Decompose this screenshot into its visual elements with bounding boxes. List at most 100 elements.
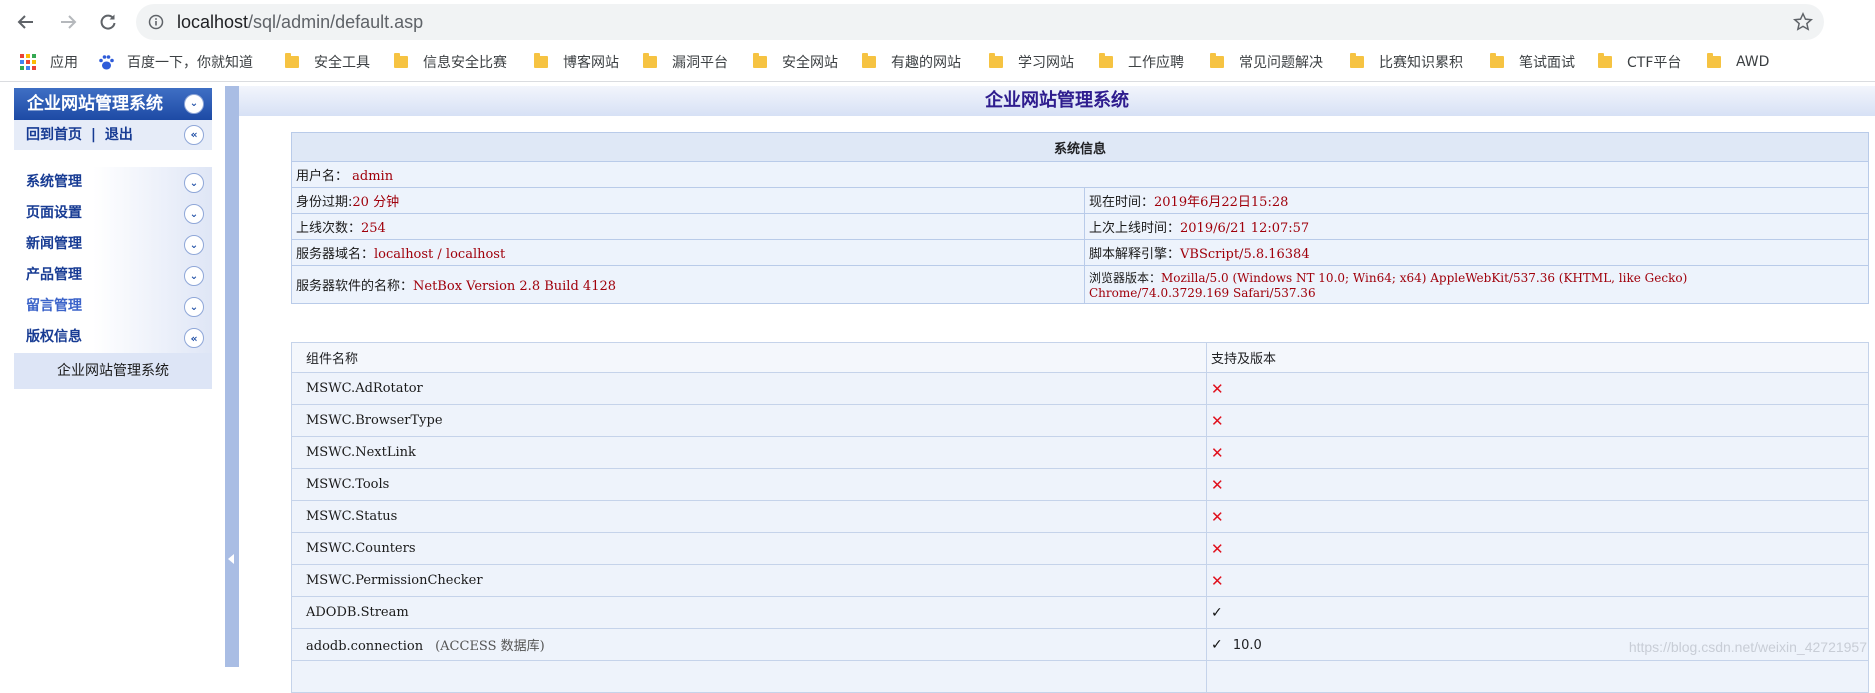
username-value: admin	[352, 169, 394, 184]
component-name: ADODB.Stream	[291, 596, 1207, 629]
script-engine-value: VBScript/5.8.16384	[1180, 247, 1310, 262]
username-cell: 用户名： admin	[291, 161, 1869, 188]
system-info-table: 系统信息 用户名： admin 身份过期:20 分钟 现在时间：2019年6月2…	[291, 132, 1869, 304]
sidebar-item-copyright[interactable]: 版权信息 «	[14, 322, 212, 353]
cross-icon: ✕	[1211, 571, 1224, 590]
component-name: MSWC.Counters	[291, 532, 1207, 565]
bookmark-label: 比赛知识累积	[1379, 55, 1463, 71]
forward-button[interactable]	[52, 6, 84, 38]
bookmark-label: 应用	[50, 55, 78, 71]
bookmark-folder[interactable]: 常见问题解决	[1210, 52, 1323, 72]
component-name: MSWC.BrowserType	[291, 404, 1207, 437]
bookmark-label: AWD	[1736, 54, 1770, 70]
sidebar-title: 企业网站管理系统	[27, 94, 163, 114]
folder-icon	[1707, 53, 1721, 68]
components-header-row: 组件名称 支持及版本	[291, 342, 1869, 373]
bookmark-folder[interactable]: 工作应聘	[1099, 52, 1184, 72]
bookmark-apps[interactable]: 应用	[20, 52, 78, 72]
bookmark-folder[interactable]: 信息安全比赛	[394, 52, 507, 72]
sidebar-item-label: 页面设置	[26, 205, 82, 221]
bookmark-label: 博客网站	[563, 55, 619, 71]
script-engine-cell: 脚本解释引擎：VBScript/5.8.16384	[1084, 239, 1869, 266]
cross-icon: ✕	[1211, 507, 1224, 526]
sidebar-item-page-settings[interactable]: 页面设置 ⌄	[14, 198, 212, 229]
collapse-arrow-icon[interactable]	[228, 554, 234, 564]
server-domain-cell: 服务器域名：localhost / localhost	[291, 239, 1085, 266]
bookmark-label: CTF平台	[1627, 55, 1682, 71]
back-button[interactable]	[10, 6, 42, 38]
collapse-left-icon[interactable]: «	[184, 328, 204, 348]
forward-arrow-icon	[61, 15, 77, 29]
collapse-left-icon[interactable]: «	[184, 125, 204, 145]
expand-down-icon[interactable]: ⌄	[184, 204, 204, 224]
component-name: MSWC.PermissionChecker	[291, 564, 1207, 597]
url-text[interactable]: localhost/sql/admin/default.asp	[177, 12, 423, 33]
bookmark-folder[interactable]: 安全工具	[285, 52, 370, 72]
bookmark-folder[interactable]: 博客网站	[534, 52, 619, 72]
back-arrow-icon	[17, 15, 33, 29]
support-cell: ✕	[1206, 564, 1869, 597]
support-cell: ✕	[1206, 372, 1869, 405]
address-bar[interactable]: localhost/sql/admin/default.asp	[136, 4, 1824, 40]
expand-down-icon[interactable]: ⌄	[184, 297, 204, 317]
bookmark-folder[interactable]: 比赛知识累积	[1350, 52, 1463, 72]
table-row: MSWC.AdRotator ✕	[291, 372, 1869, 405]
now-cell: 现在时间：2019年6月22日15:28	[1084, 187, 1869, 214]
logout-link[interactable]: 退出	[105, 127, 133, 143]
bookmark-baidu[interactable]: 百度一下，你就知道	[98, 52, 253, 72]
info-icon[interactable]	[148, 14, 164, 30]
sidebar-item-system[interactable]: 系统管理 ⌄	[14, 167, 212, 198]
expand-down-icon[interactable]: ⌄	[184, 235, 204, 255]
last-login-label: 上次上线时间：	[1089, 221, 1181, 236]
url-host: localhost	[177, 12, 249, 32]
sidebar-footer: 企业网站管理系统	[14, 353, 212, 389]
sidebar-item-label: 版权信息	[26, 329, 82, 345]
support-cell: ✕	[1206, 500, 1869, 533]
sidebar-item-products[interactable]: 产品管理 ⌄	[14, 260, 212, 291]
last-login-cell: 上次上线时间：2019/6/21 12:07:57	[1084, 213, 1869, 240]
support-cell: ✕	[1206, 468, 1869, 501]
expand-down-icon[interactable]: ⌄	[184, 173, 204, 193]
expire-value: 20 分钟	[352, 195, 400, 210]
component-name-cell: adodb.connection (ACCESS 数据库)	[291, 628, 1207, 661]
sidebar-item-news[interactable]: 新闻管理 ⌄	[14, 229, 212, 260]
bookmark-folder[interactable]: AWD	[1707, 52, 1769, 72]
table-row: MSWC.PermissionChecker ✕	[291, 564, 1869, 597]
col-header-support: 支持及版本	[1206, 342, 1869, 373]
component-name: MSWC.Status	[291, 500, 1207, 533]
sidebar-splitter[interactable]	[225, 86, 239, 667]
component-name: MSWC.Tools	[291, 468, 1207, 501]
check-icon: ✓	[1211, 604, 1223, 621]
bookmark-folder[interactable]: CTF平台	[1598, 52, 1681, 72]
expand-down-icon[interactable]: ⌄	[184, 266, 204, 286]
folder-icon	[643, 53, 657, 68]
server-software-cell: 服务器软件的名称：NetBox Version 2.8 Build 4128	[291, 265, 1085, 304]
server-domain-label: 服务器域名：	[296, 247, 375, 262]
server-software-value: NetBox Version 2.8 Build 4128	[413, 279, 617, 294]
server-domain-value: localhost / localhost	[374, 247, 506, 262]
table-row: MSWC.BrowserType ✕	[291, 404, 1869, 437]
reload-button[interactable]	[92, 6, 124, 38]
home-link[interactable]: 回到首页	[26, 127, 82, 143]
collapse-down-icon[interactable]: ⌄	[184, 94, 204, 114]
folder-icon	[1598, 53, 1612, 68]
left-menu: 企业网站管理系统 ⌄ 回到首页 | 退出 « 系统管理 ⌄ 页面设置 ⌄ 新闻管…	[14, 88, 212, 389]
table-row: MSWC.Counters ✕	[291, 532, 1869, 565]
sidebar-title-bar: 企业网站管理系统 ⌄	[14, 88, 212, 120]
col-header-name: 组件名称	[291, 342, 1207, 373]
bookmark-folder[interactable]: 安全网站	[753, 52, 838, 72]
username-label: 用户名：	[296, 169, 349, 184]
watermark: https://blog.csdn.net/weixin_42721957	[1628, 639, 1867, 655]
check-icon: ✓	[1211, 636, 1223, 653]
bookmark-folder[interactable]: 有趣的网站	[862, 52, 961, 72]
bookmark-star-icon[interactable]	[1792, 11, 1814, 33]
folder-icon	[285, 53, 299, 68]
folder-icon	[989, 53, 1003, 68]
bookmark-folder[interactable]: 漏洞平台	[643, 52, 728, 72]
bookmark-folder[interactable]: 学习网站	[989, 52, 1074, 72]
sidebar-item-messages[interactable]: 留言管理 ⌄	[14, 291, 212, 322]
folder-icon	[1099, 53, 1113, 68]
browser-toolbar: localhost/sql/admin/default.asp	[0, 0, 1875, 43]
cross-icon: ✕	[1211, 443, 1224, 462]
bookmark-folder[interactable]: 笔试面试	[1490, 52, 1575, 72]
